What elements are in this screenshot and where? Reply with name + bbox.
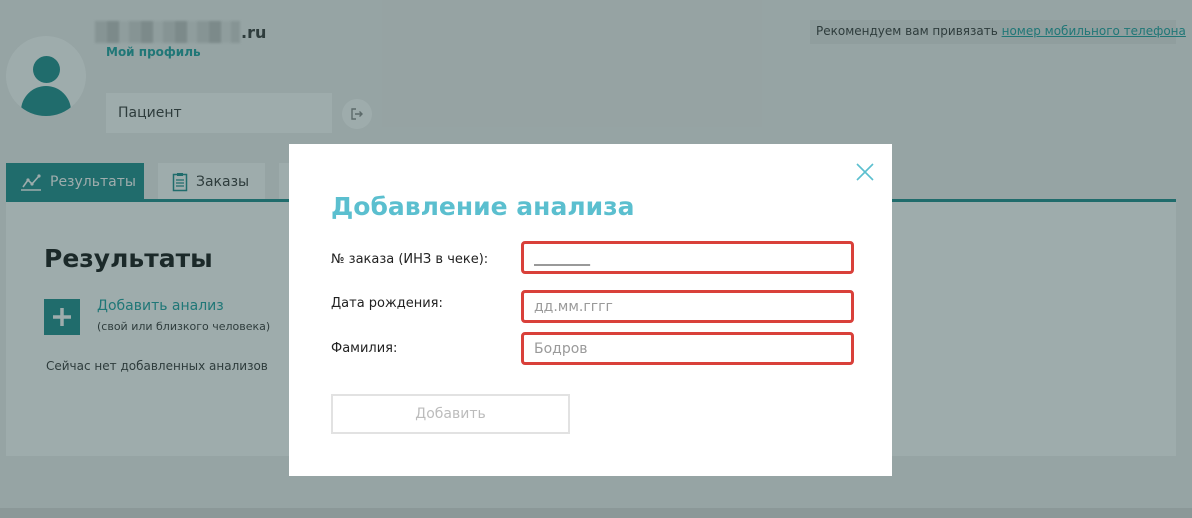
add-analysis-modal: Добавление анализа № заказа (ИНЗ в чеке)… <box>289 144 892 476</box>
order-number-label: № заказа (ИНЗ в чеке): <box>331 252 489 267</box>
page: .ru Мой профиль Пациент Рекомендуем вам … <box>0 0 1192 518</box>
birth-date-label: Дата рождения: <box>331 296 443 311</box>
surname-label: Фамилия: <box>331 341 398 356</box>
modal-title: Добавление анализа <box>331 192 635 221</box>
order-number-input[interactable] <box>521 241 854 274</box>
add-button[interactable]: Добавить <box>331 394 570 434</box>
surname-input[interactable] <box>521 332 854 365</box>
birth-date-input[interactable] <box>521 290 854 323</box>
close-icon[interactable] <box>855 162 875 182</box>
